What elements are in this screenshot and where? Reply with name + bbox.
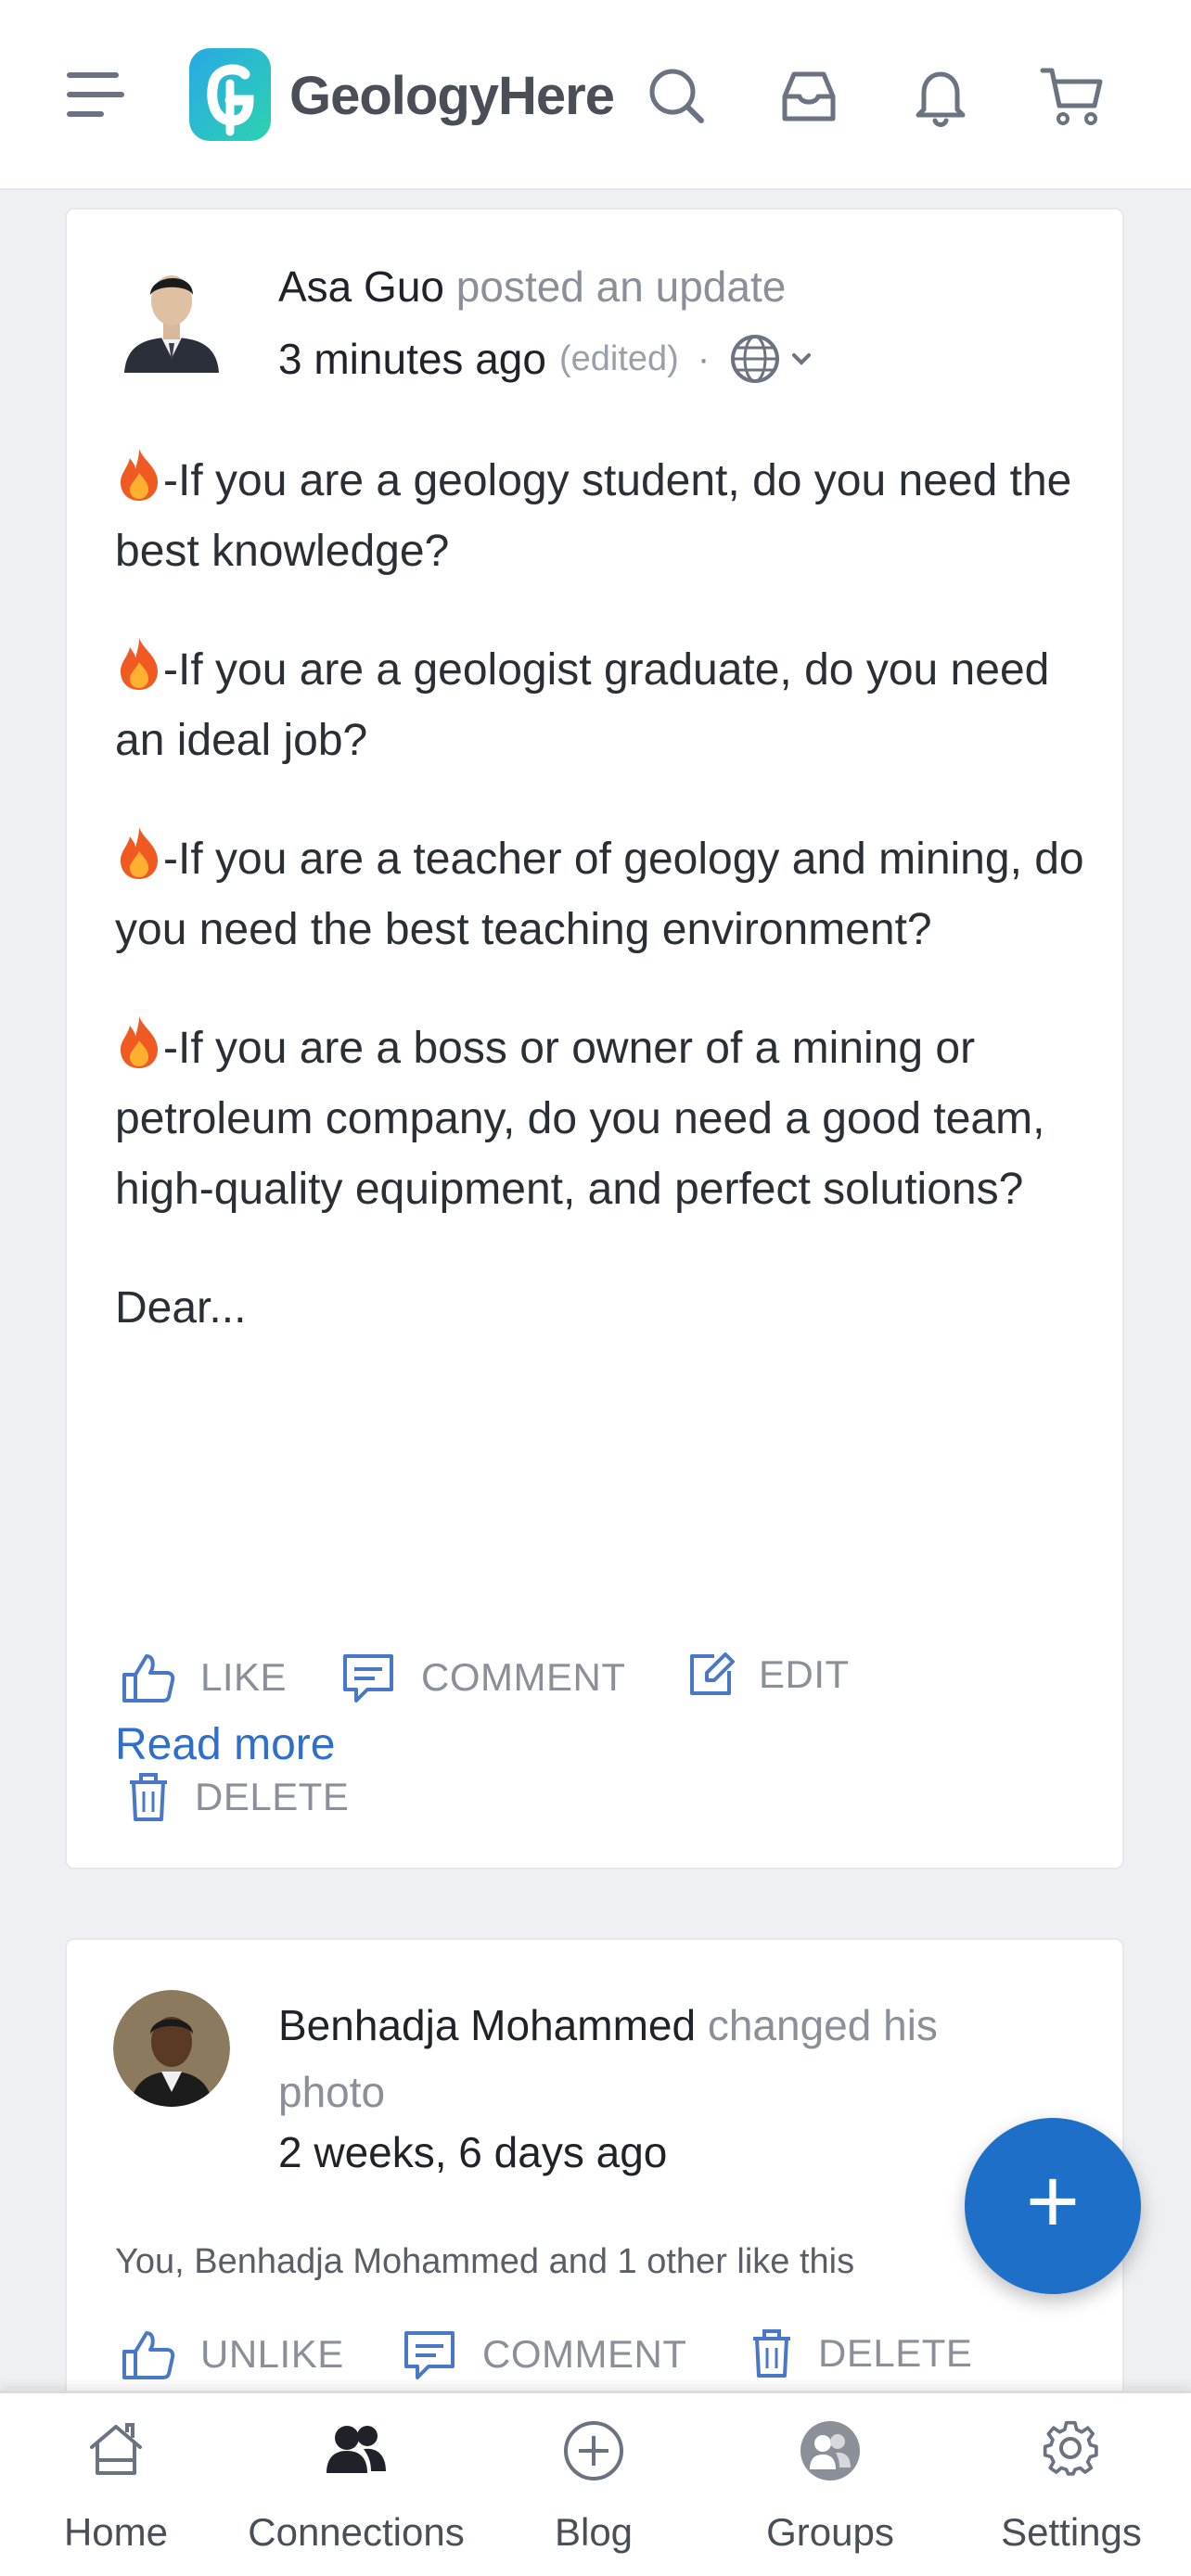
fire-emoji-icon <box>121 638 158 690</box>
groups-icon <box>800 2421 860 2480</box>
like-button[interactable]: LIKE <box>119 1651 287 1704</box>
comment-button[interactable]: COMMENT <box>401 2327 686 2381</box>
comment-icon <box>343 1654 393 1702</box>
comment-button[interactable]: COMMENT <box>339 1651 625 1704</box>
author-name[interactable]: Benhadja Mohammed <box>278 2001 696 2049</box>
avatar[interactable] <box>113 1990 230 2107</box>
bottom-navigation: Home Connections Blog Groups Settings <box>0 2391 1191 2576</box>
delete-button[interactable]: DELETE <box>749 2327 972 2379</box>
comment-icon <box>404 2331 455 2379</box>
connections-icon <box>327 2426 386 2473</box>
gear-icon <box>1043 2420 1098 2476</box>
post-paragraph: -If you are a teacher of geology and min… <box>115 824 1098 965</box>
likes-summary[interactable]: You, Benhadja Mohammed and 1 other like … <box>115 2242 854 2282</box>
inbox-icon[interactable] <box>774 61 844 132</box>
chevron-down-icon[interactable] <box>788 345 815 373</box>
activity-action: posted an update <box>455 262 787 311</box>
edit-button[interactable]: EDIT <box>686 1651 850 1699</box>
post-paragraph: Dear... <box>115 1283 247 1333</box>
unlike-button[interactable]: UNLIKE <box>119 2327 344 2381</box>
fire-emoji-icon <box>121 1016 158 1068</box>
delete-button[interactable]: DELETE <box>126 1771 349 1823</box>
top-app-bar: GeologyHere <box>0 0 1191 190</box>
post-paragraph: -If you are a geology student, do you ne… <box>115 446 1098 587</box>
author-name[interactable]: Asa Guo <box>278 262 444 311</box>
read-more-link[interactable]: Read more <box>115 1719 335 1770</box>
plus-circle-icon <box>564 2421 623 2480</box>
separator-dot: · <box>697 338 711 379</box>
post-paragraph: -If you are a geologist graduate, do you… <box>115 635 1098 776</box>
trash-icon <box>130 1773 167 1821</box>
geologyhere-logo-icon[interactable] <box>186 43 275 147</box>
nav-settings[interactable]: Settings <box>983 2393 1159 2576</box>
edit-icon <box>690 1652 735 1695</box>
create-post-fab[interactable]: + <box>965 2118 1141 2294</box>
nav-home[interactable]: Home <box>37 2393 195 2576</box>
fire-emoji-icon <box>121 449 158 501</box>
nav-groups[interactable]: Groups <box>742 2393 918 2576</box>
avatar[interactable] <box>121 258 223 373</box>
cart-icon[interactable] <box>1037 61 1108 132</box>
home-icon <box>90 2423 142 2475</box>
menu-icon[interactable] <box>67 72 130 121</box>
nav-connections[interactable]: Connections <box>226 2393 486 2576</box>
post-content: -If you are a geology student, do you ne… <box>115 446 1098 1392</box>
thumbs-up-icon <box>122 1654 175 1702</box>
globe-icon[interactable] <box>728 332 782 386</box>
post-time[interactable]: 2 weeks, 6 days ago <box>278 2127 667 2177</box>
brand-name[interactable]: GeologyHere <box>289 65 615 127</box>
bell-icon[interactable] <box>905 61 976 132</box>
edited-label: (edited) <box>558 338 679 378</box>
activity-card: Asa Guo posted an update 3 minutes ago (… <box>65 208 1124 1869</box>
trash-icon <box>753 2329 790 2378</box>
post-time[interactable]: 3 minutes ago <box>278 334 546 384</box>
nav-blog[interactable]: Blog <box>519 2393 668 2576</box>
thumbs-up-icon <box>122 2331 175 2379</box>
post-paragraph: -If you are a boss or owner of a mining … <box>115 1014 1098 1225</box>
fire-emoji-icon <box>121 827 158 879</box>
search-icon[interactable] <box>642 61 712 132</box>
